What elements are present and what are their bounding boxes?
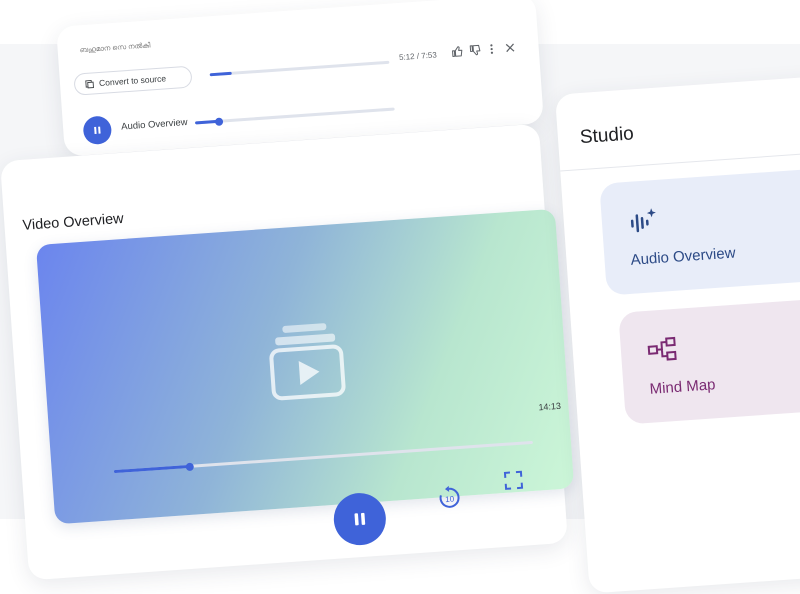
audio-waveform-icon <box>630 208 656 233</box>
svg-text:10: 10 <box>445 494 455 504</box>
fullscreen-icon[interactable] <box>503 470 524 491</box>
audio-overview-progress[interactable] <box>194 107 395 126</box>
more-vert-icon[interactable] <box>488 42 495 55</box>
studio-panel: Studio Audio Overview Mind Map <box>554 74 800 594</box>
audio-time: 5:12 / 7:53 <box>398 50 438 63</box>
video-title: Video Overview <box>22 210 125 234</box>
pause-icon <box>354 512 366 526</box>
audio-progress-fill <box>209 71 232 77</box>
video-stack-icon <box>269 323 346 401</box>
replay-10-icon[interactable]: 10 <box>436 484 464 512</box>
thumb-up-icon[interactable] <box>450 45 464 59</box>
audio-progress-handle[interactable] <box>214 116 224 126</box>
convert-label: Convert to source <box>98 73 167 89</box>
video-thumbnail[interactable] <box>35 208 575 525</box>
mind-map-tile-label: Mind Map <box>649 376 716 398</box>
audio-overview-label: Audio Overview <box>120 116 188 133</box>
close-icon[interactable] <box>504 42 516 54</box>
video-duration: 14:13 <box>538 400 562 413</box>
studio-title: Studio <box>579 123 635 149</box>
thumb-down-icon[interactable] <box>468 43 482 57</box>
studio-divider <box>560 150 800 172</box>
video-progress-handle[interactable] <box>185 462 194 471</box>
pause-icon <box>94 126 101 134</box>
video-overview-card: Video Overview 14:13 10 <box>0 123 575 581</box>
mind-map-tile[interactable]: Mind Map <box>618 296 800 425</box>
audio-progress-bar[interactable] <box>209 60 390 77</box>
mind-map-icon <box>647 336 677 361</box>
audio-overview-tile-label: Audio Overview <box>630 244 737 269</box>
source-text: ബഹുമാന സെ നൽകി <box>79 42 151 55</box>
convert-icon <box>85 79 94 88</box>
convert-to-source-button[interactable]: Convert to source <box>73 65 193 96</box>
audio-overview-tile[interactable]: Audio Overview <box>599 167 800 296</box>
audio-pause-button[interactable] <box>82 115 113 146</box>
